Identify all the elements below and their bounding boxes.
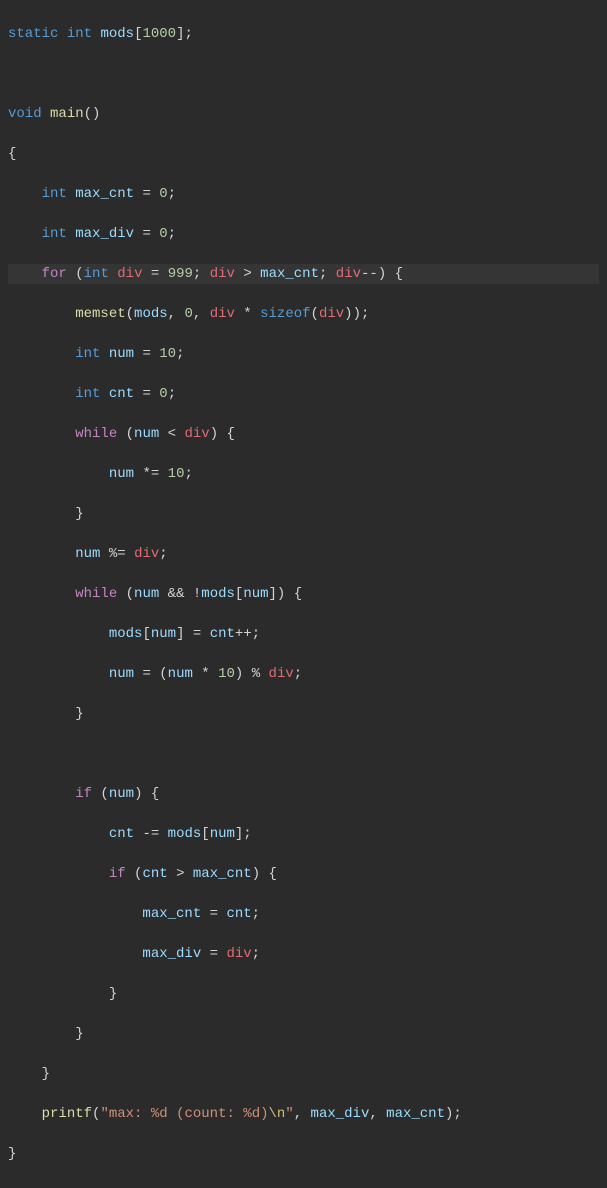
code-line: } <box>8 1144 599 1164</box>
code-line: while (num && !mods[num]) { <box>8 584 599 604</box>
code-line: max_cnt = cnt; <box>8 904 599 924</box>
code-line: int max_cnt = 0; <box>8 184 599 204</box>
code-line: if (num) { <box>8 784 599 804</box>
code-line: num %= div; <box>8 544 599 564</box>
code-line <box>8 64 599 84</box>
code-line: int max_div = 0; <box>8 224 599 244</box>
code-line: num = (num * 10) % div; <box>8 664 599 684</box>
code-editor[interactable]: static int mods[1000]; void main() { int… <box>0 0 607 1188</box>
code-line: if (cnt > max_cnt) { <box>8 864 599 884</box>
code-line: } <box>8 504 599 524</box>
code-line: } <box>8 1024 599 1044</box>
code-line: } <box>8 704 599 724</box>
code-line: printf("max: %d (count: %d)\n", max_div,… <box>8 1104 599 1124</box>
code-line: } <box>8 984 599 1004</box>
code-line: max_div = div; <box>8 944 599 964</box>
code-line: num *= 10; <box>8 464 599 484</box>
code-line-highlighted: for (int div = 999; div > max_cnt; div--… <box>8 264 599 284</box>
code-line: cnt -= mods[num]; <box>8 824 599 844</box>
code-line: mods[num] = cnt++; <box>8 624 599 644</box>
code-line: int num = 10; <box>8 344 599 364</box>
code-line: } <box>8 1064 599 1084</box>
code-line: static int mods[1000]; <box>8 24 599 44</box>
code-line: memset(mods, 0, div * sizeof(div)); <box>8 304 599 324</box>
code-line <box>8 744 599 764</box>
code-line: { <box>8 144 599 164</box>
code-line: while (num < div) { <box>8 424 599 444</box>
code-line: void main() <box>8 104 599 124</box>
code-line: int cnt = 0; <box>8 384 599 404</box>
